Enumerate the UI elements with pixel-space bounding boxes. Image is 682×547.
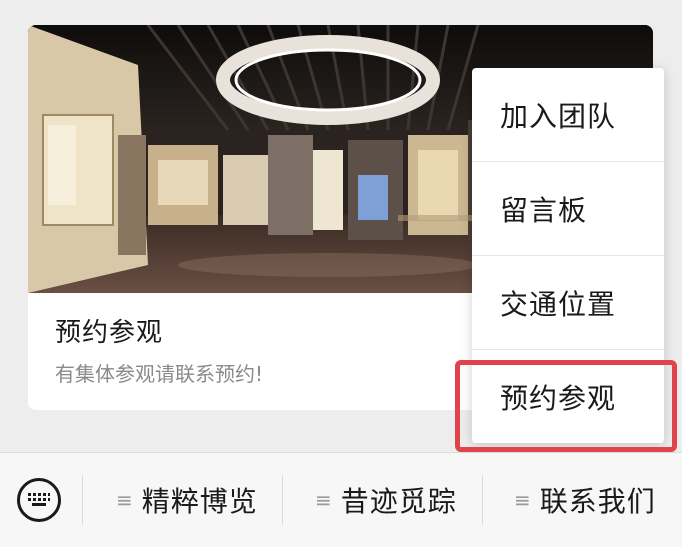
menu-lines-icon: ≡ [116,488,134,512]
bar-item-label: 联系我们 [539,485,656,518]
menu-item-message-board[interactable]: 留言板 [472,162,664,255]
bar-divider [482,475,483,525]
bar-item-traces[interactable]: ≡ 昔迹觅踪 [315,453,457,547]
popup-menu: 加入团队 留言板 交通位置 预约参观 [472,68,664,443]
bar-divider [282,475,283,525]
menu-item-book-visit[interactable]: 预约参观 [472,350,664,443]
keyboard-icon[interactable] [17,478,61,522]
bar-item-contact[interactable]: ≡ 联系我们 [514,453,656,547]
bottom-menu-bar: ≡ 精粹博览 ≡ 昔迹觅踪 ≡ 联系我们 [0,452,682,547]
bar-item-label: 精粹博览 [141,485,258,518]
menu-item-join-team[interactable]: 加入团队 [472,68,664,161]
top-strip [0,0,682,24]
menu-lines-icon: ≡ [514,488,532,512]
menu-lines-icon: ≡ [315,488,333,512]
bar-divider [82,475,83,525]
card-description: 有集体参观请联系预约! [55,362,264,386]
menu-item-transport[interactable]: 交通位置 [472,256,664,349]
card-title: 预约参观 [55,318,164,348]
keyboard-icon-glyph [28,493,50,506]
bar-item-label: 昔迹觅踪 [340,485,457,518]
bar-item-highlights[interactable]: ≡ 精粹博览 [116,453,258,547]
